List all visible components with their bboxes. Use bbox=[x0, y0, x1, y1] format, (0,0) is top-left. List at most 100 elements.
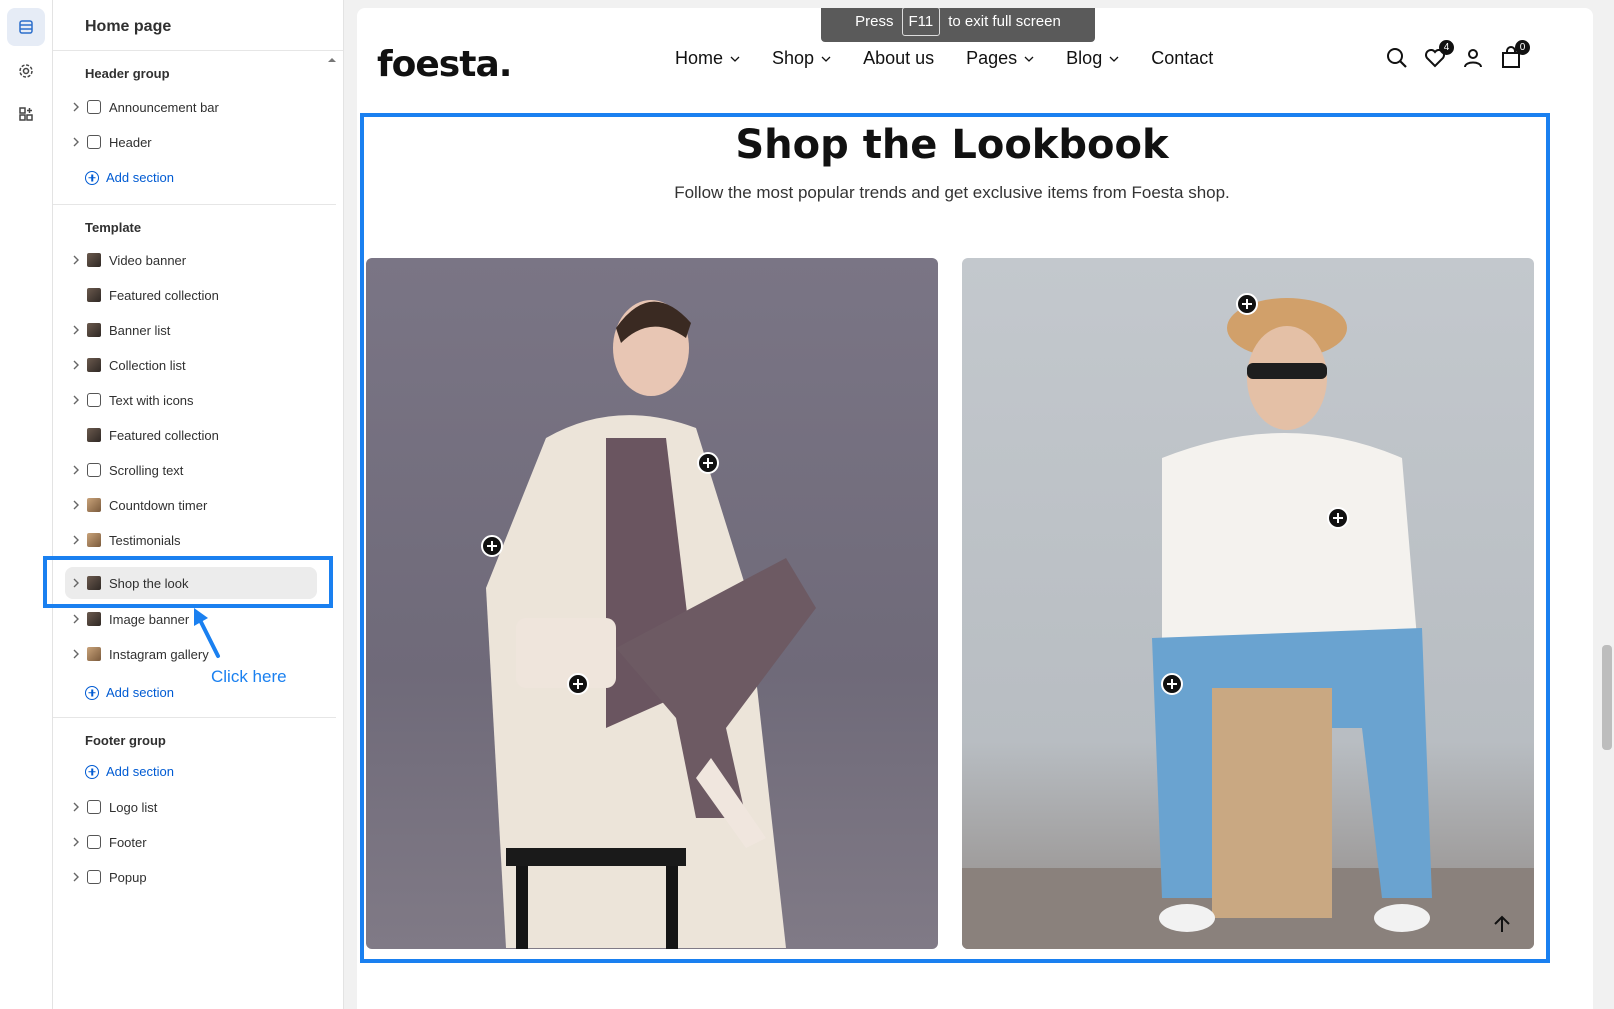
store-preview: Press F11 to exit full screen foesta. Ho… bbox=[357, 8, 1593, 1009]
sidebar-item-label: Featured collection bbox=[109, 427, 219, 443]
sidebar-item-featured-collection[interactable]: Featured collection bbox=[65, 279, 333, 311]
nav-about-us[interactable]: About us bbox=[863, 48, 934, 69]
chevron-right-icon[interactable] bbox=[65, 102, 87, 112]
sidebar-item-header[interactable]: Header bbox=[65, 126, 333, 158]
sidebar-item-logo-list[interactable]: Logo list bbox=[65, 791, 333, 823]
sidebar-item-text-with-icons[interactable]: Text with icons bbox=[65, 384, 333, 416]
sidebar-item-collection-list[interactable]: Collection list bbox=[65, 349, 333, 381]
sidebar-item-label: Logo list bbox=[109, 799, 158, 815]
lookbook-subtitle: Follow the most popular trends and get e… bbox=[674, 183, 1230, 202]
sidebar-item-testimonials[interactable]: Testimonials bbox=[65, 524, 333, 556]
fullscreen-hint-rest: to exit full screen bbox=[948, 12, 1061, 30]
account-user-icon[interactable] bbox=[1461, 46, 1485, 70]
nav-label: About us bbox=[863, 48, 935, 68]
add-section-button-footer[interactable]: Add section bbox=[85, 764, 174, 779]
sections-sidebar: Home page Header group Announcement bar … bbox=[53, 0, 344, 1009]
add-section-button-template[interactable]: Add section bbox=[85, 685, 174, 700]
chevron-right-icon[interactable] bbox=[65, 395, 87, 405]
sidebar-item-popup[interactable]: Popup bbox=[65, 861, 333, 893]
sidebar-item-scrolling-text[interactable]: Scrolling text bbox=[65, 454, 333, 486]
text-block-icon bbox=[87, 463, 101, 477]
chevron-right-icon[interactable] bbox=[65, 535, 87, 545]
annotation-arrow-icon bbox=[194, 608, 220, 658]
nav-label: Home bbox=[675, 48, 724, 68]
wishlist-heart-icon[interactable]: 4 bbox=[1423, 40, 1454, 70]
sidebar-item-label: Testimonials bbox=[109, 532, 181, 548]
nav-home[interactable]: Home bbox=[675, 48, 740, 69]
nav-blog[interactable]: Blog bbox=[1066, 48, 1119, 69]
nav-label: Shop bbox=[772, 48, 815, 68]
sidebar-item-label: Image banner bbox=[109, 611, 190, 627]
header-group-label: Header group bbox=[85, 66, 170, 81]
hotspot-plus-icon[interactable] bbox=[481, 535, 503, 557]
sidebar-item-video-banner[interactable]: Video banner bbox=[65, 244, 333, 276]
hotspot-plus-icon[interactable] bbox=[697, 452, 719, 474]
sidebar-item-banner-list[interactable]: Banner list bbox=[65, 314, 333, 346]
settings-gear-icon[interactable] bbox=[7, 52, 45, 90]
fullscreen-hint-press: Press bbox=[855, 12, 894, 30]
nav-shop[interactable]: Shop bbox=[772, 48, 831, 69]
woman-figure-illustration bbox=[486, 300, 816, 949]
nav-label: Contact bbox=[1151, 48, 1214, 68]
chevron-right-icon[interactable] bbox=[65, 255, 87, 265]
chevron-right-icon[interactable] bbox=[65, 325, 87, 335]
thumbnail-icon bbox=[87, 612, 101, 626]
template-group-label: Template bbox=[85, 220, 142, 235]
lookbook-image-woman bbox=[366, 258, 938, 949]
divider bbox=[53, 204, 336, 205]
add-section-button-header[interactable]: Add section bbox=[85, 170, 174, 185]
sidebar-item-featured-collection-2[interactable]: Featured collection bbox=[65, 419, 333, 451]
plus-circle-icon bbox=[85, 764, 99, 779]
lookbook-image-man bbox=[962, 258, 1534, 949]
layout-icon bbox=[87, 835, 101, 849]
sidebar-item-label: Collection list bbox=[109, 357, 186, 373]
chevron-right-icon[interactable] bbox=[65, 137, 87, 147]
hotspot-plus-icon[interactable] bbox=[567, 673, 589, 695]
chevron-right-icon[interactable] bbox=[65, 360, 87, 370]
chevron-right-icon[interactable] bbox=[65, 872, 87, 882]
nav-label: Blog bbox=[1066, 48, 1103, 68]
thumbnail-icon bbox=[87, 253, 101, 267]
hotspot-plus-icon[interactable] bbox=[1236, 293, 1258, 315]
chevron-right-icon[interactable] bbox=[65, 614, 87, 624]
preview-scrollbar[interactable] bbox=[1602, 645, 1612, 750]
thumbnail-icon bbox=[87, 533, 101, 547]
hotspot-plus-icon[interactable] bbox=[1327, 507, 1349, 529]
logo-list-icon bbox=[87, 800, 101, 814]
divider bbox=[53, 50, 343, 51]
sidebar-item-label: Featured collection bbox=[109, 287, 219, 303]
add-section-label: Add section bbox=[106, 170, 174, 185]
thumbnail-icon bbox=[87, 647, 101, 661]
sidebar-item-footer[interactable]: Footer bbox=[65, 826, 333, 858]
chevron-down-icon bbox=[1024, 56, 1034, 62]
hotspot-plus-icon[interactable] bbox=[1161, 673, 1183, 695]
layout-icon bbox=[87, 100, 101, 114]
sections-icon[interactable] bbox=[7, 8, 45, 46]
chevron-down-icon bbox=[730, 56, 740, 62]
chevron-right-icon[interactable] bbox=[65, 465, 87, 475]
chevron-down-icon bbox=[1109, 56, 1119, 62]
nav-contact[interactable]: Contact bbox=[1151, 48, 1213, 69]
fullscreen-hint-key: F11 bbox=[901, 8, 941, 36]
divider bbox=[53, 717, 336, 718]
store-logo[interactable]: foesta. bbox=[377, 44, 512, 85]
chevron-right-icon[interactable] bbox=[65, 837, 87, 847]
cart-bag-icon[interactable]: 0 bbox=[1499, 40, 1530, 70]
popup-icon bbox=[87, 870, 101, 884]
chevron-down-icon bbox=[821, 56, 831, 62]
chevron-right-icon[interactable] bbox=[65, 500, 87, 510]
text-block-icon bbox=[87, 393, 101, 407]
sidebar-item-countdown-timer[interactable]: Countdown timer bbox=[65, 489, 333, 521]
chevron-right-icon[interactable] bbox=[65, 802, 87, 812]
fullscreen-hint: Press F11 to exit full screen bbox=[821, 8, 1095, 42]
scroll-up-icon[interactable] bbox=[327, 56, 337, 64]
plus-circle-icon bbox=[85, 685, 99, 700]
apps-icon[interactable] bbox=[7, 95, 45, 133]
sidebar-item-label: Countdown timer bbox=[109, 497, 208, 513]
back-to-top-arrow-icon[interactable] bbox=[1492, 914, 1512, 934]
sidebar-item-announcement-bar[interactable]: Announcement bar bbox=[65, 91, 333, 123]
highlight-box bbox=[43, 556, 333, 608]
search-icon[interactable] bbox=[1385, 46, 1409, 70]
nav-pages[interactable]: Pages bbox=[966, 48, 1034, 69]
chevron-right-icon[interactable] bbox=[65, 649, 87, 659]
